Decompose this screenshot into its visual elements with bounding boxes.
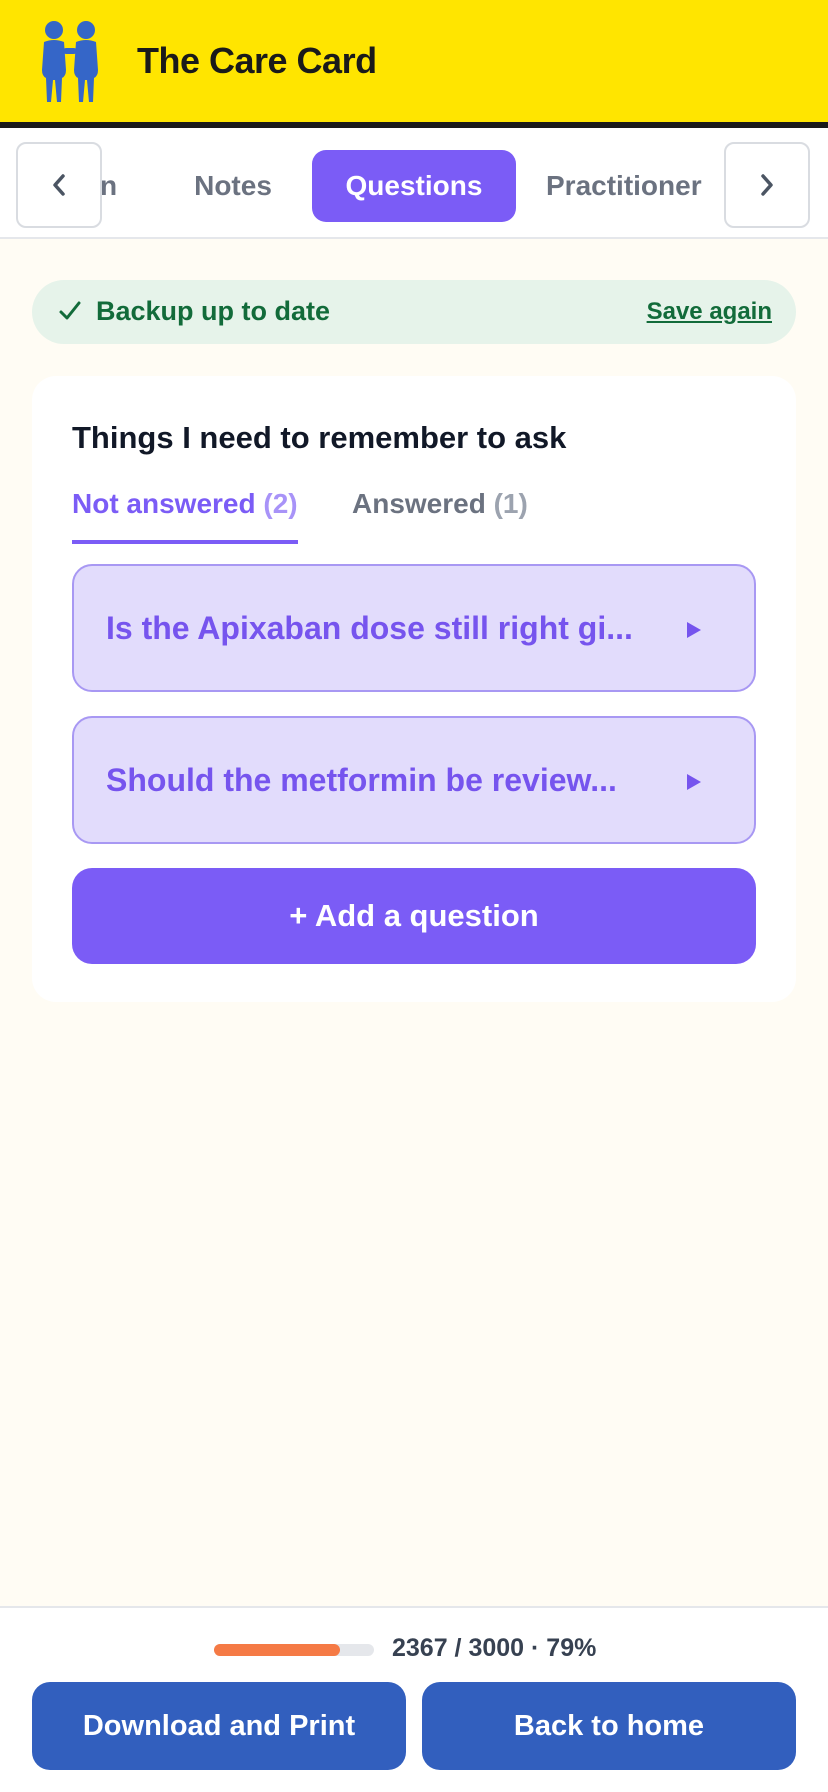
save-again-link[interactable]: Save again — [647, 298, 772, 326]
backup-status-text: Backup up to date — [96, 296, 331, 326]
chevron-right-icon — [761, 174, 773, 196]
two-people-icon — [42, 21, 98, 102]
play-triangle-icon — [687, 774, 701, 790]
questions-card-title: Things I need to remember to ask — [72, 420, 567, 455]
character-progress-bar — [214, 1644, 374, 1656]
subtab-count: (1) — [493, 488, 528, 519]
section-tab-bar: n Notes Questions Practitioner — [0, 128, 828, 239]
question-text: Is the Apixaban dose still right gi... — [106, 610, 633, 646]
add-question-button[interactable]: + Add a question — [72, 868, 756, 964]
chevron-left-icon — [53, 174, 65, 196]
character-count-text: 2367 / 3000 · 79% — [392, 1634, 597, 1662]
subtab-not-answered[interactable]: Not answered (2) — [72, 488, 298, 544]
subtab-answered[interactable]: Answered (1) — [352, 488, 528, 536]
question-item[interactable]: Is the Apixaban dose still right gi... — [72, 564, 756, 692]
download-and-print-button[interactable]: Download and Print — [32, 1682, 406, 1770]
backup-status-banner: Backup up to date Save again — [32, 280, 796, 344]
tab-notes[interactable]: Notes — [168, 150, 298, 222]
app-header: The Care Card — [0, 0, 828, 128]
character-progress-fill — [214, 1644, 341, 1656]
footer-bar: 2367 / 3000 · 79% Download and Print Bac… — [0, 1606, 828, 1792]
subtab-count: (2) — [263, 488, 298, 519]
tab-partial[interactable]: n — [100, 150, 140, 222]
questions-card: Things I need to remember to ask Not ans… — [32, 376, 796, 1002]
tab-practitioner[interactable]: Practitioner — [546, 150, 726, 222]
app-title: The Care Card — [137, 40, 377, 81]
question-item[interactable]: Should the metformin be review... — [72, 716, 756, 844]
subtab-label: Not answered — [72, 488, 256, 519]
play-triangle-icon — [687, 622, 701, 638]
tab-questions[interactable]: Questions — [312, 150, 516, 222]
tabs-next-button[interactable] — [724, 142, 810, 228]
check-icon — [59, 301, 81, 320]
back-to-home-button[interactable]: Back to home — [422, 1682, 796, 1770]
question-text: Should the metformin be review... — [106, 762, 617, 798]
subtab-label: Answered — [352, 488, 486, 519]
tabs-previous-button[interactable] — [16, 142, 102, 228]
